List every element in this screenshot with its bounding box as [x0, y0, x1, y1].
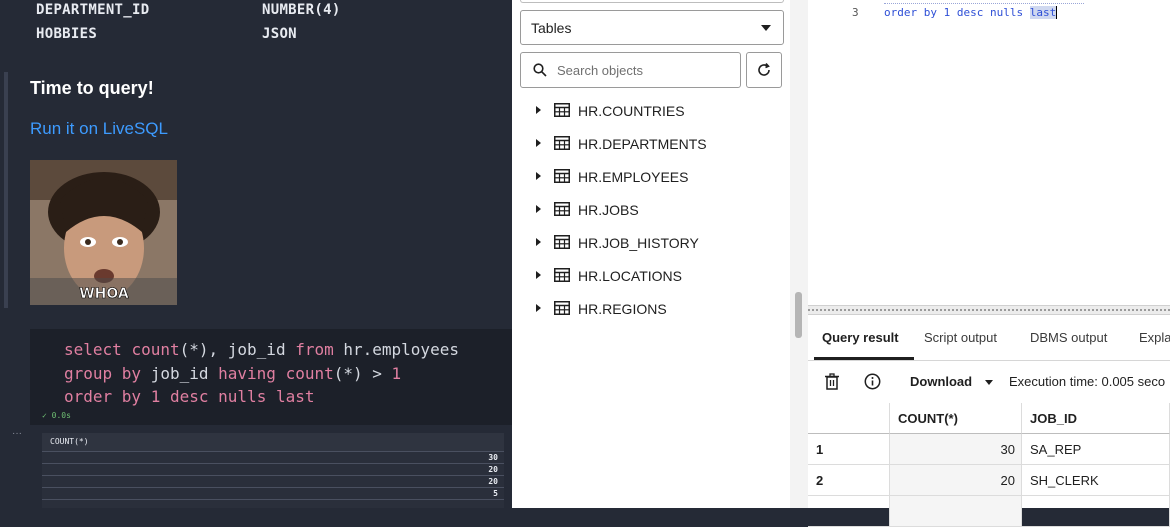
trash-icon[interactable]	[824, 373, 840, 390]
more-icon[interactable]: ···	[12, 428, 22, 439]
column-header[interactable]: JOB_ID	[1022, 403, 1170, 434]
quote-bar	[4, 72, 8, 308]
table-icon	[554, 169, 570, 183]
table-icon	[554, 235, 570, 249]
tab-script-output[interactable]: Script output	[924, 330, 997, 345]
search-icon	[533, 63, 547, 77]
tab-dbms-output[interactable]: DBMS output	[1030, 330, 1107, 345]
code-line-2: group by job_id having count(*) > 1	[64, 364, 402, 383]
count-cell[interactable]	[890, 496, 1022, 527]
panel-edge	[520, 0, 784, 3]
table-tree-item[interactable]: HR.DEPARTMENTS	[532, 132, 782, 156]
table-name: HR.COUNTRIES	[578, 103, 685, 119]
expand-arrow-icon[interactable]	[536, 106, 541, 114]
job-id-cell[interactable]: SH_CLERK	[1022, 465, 1170, 496]
table-tree-item[interactable]: HR.REGIONS	[532, 297, 782, 321]
table-name: HR.JOBS	[578, 202, 639, 218]
notebook-result-grid: COUNT(*) 30 20 20 5	[42, 433, 504, 508]
column-header[interactable]: COUNT(*)	[890, 403, 1022, 434]
download-button[interactable]: Download	[910, 374, 972, 389]
chevron-down-icon[interactable]	[985, 380, 993, 385]
table-icon	[554, 136, 570, 150]
row-number-cell: 1	[808, 434, 890, 465]
table-icon	[554, 103, 570, 117]
result-row: 20	[42, 464, 504, 476]
tab-explain-plan[interactable]: Expla	[1139, 330, 1170, 345]
table-icon	[554, 202, 570, 216]
worksheet-pane: 3 order by 1 desc nulls last Query resul…	[808, 0, 1170, 527]
search-objects-input[interactable]: Search objects	[520, 52, 741, 88]
object-browser: Tables Search objects HR.COUNTRIES HR.DEP…	[512, 0, 791, 508]
table-icon	[554, 268, 570, 282]
code-line-3: order by 1 desc nulls last	[64, 387, 315, 406]
row-number-cell	[808, 496, 890, 527]
table-name: HR.EMPLOYEES	[578, 169, 689, 185]
table-name: HR.LOCATIONS	[578, 268, 682, 284]
notebook-pane: DEPARTMENT_ID NUMBER(4) HOBBIES JSON Tim…	[0, 0, 512, 508]
object-type-value: Tables	[531, 20, 572, 36]
search-placeholder: Search objects	[557, 63, 643, 78]
splitter-grip[interactable]	[795, 292, 802, 338]
exec-status: ✓ 0.0s	[42, 411, 71, 420]
results-toolbar: Download Execution time: 0.005 seco	[808, 362, 1170, 402]
expand-arrow-icon[interactable]	[536, 205, 541, 213]
object-type-select[interactable]: Tables	[520, 10, 784, 45]
horizontal-splitter[interactable]	[808, 305, 1170, 315]
schema-column-type: JSON	[262, 26, 297, 42]
job-id-cell[interactable]	[1022, 496, 1170, 527]
livesql-link[interactable]: Run it on LiveSQL	[30, 119, 168, 139]
result-row: 30	[42, 452, 504, 464]
result-row: 5	[42, 488, 504, 500]
line-number: 3	[852, 6, 859, 19]
result-row: 20	[42, 476, 504, 488]
info-icon[interactable]	[864, 373, 881, 390]
meme-image: WHOA	[30, 160, 177, 305]
code-line-1: select count(*), job_id from hr.employee…	[64, 340, 459, 359]
tab-query-result[interactable]: Query result	[822, 330, 899, 345]
expand-arrow-icon[interactable]	[536, 271, 541, 279]
section-heading: Time to query!	[30, 78, 154, 98]
expand-arrow-icon[interactable]	[536, 139, 541, 147]
editor-line[interactable]: 3 order by 1 desc nulls last	[808, 4, 1170, 22]
expand-arrow-icon[interactable]	[536, 304, 541, 312]
refresh-icon	[758, 62, 770, 76]
vertical-splitter[interactable]	[790, 0, 808, 508]
count-cell[interactable]: 20	[890, 465, 1022, 496]
execution-time: Execution time: 0.005 seco	[1009, 374, 1166, 389]
count-cell[interactable]: 30	[890, 434, 1022, 465]
table-name: HR.REGIONS	[578, 301, 667, 317]
row-number-header	[808, 403, 890, 434]
table-tree-item[interactable]: HR.JOBS	[532, 198, 782, 222]
job-id-cell[interactable]: SA_REP	[1022, 434, 1170, 465]
schema-column-name: DEPARTMENT_ID	[36, 2, 150, 18]
results-grid: COUNT(*) JOB_ID 1 30 SA_REP 2 20 SH_CLER…	[808, 403, 1170, 527]
table-icon	[554, 301, 570, 315]
row-number-cell: 2	[808, 465, 890, 496]
table-tree-item[interactable]: HR.LOCATIONS	[532, 264, 782, 288]
result-header: COUNT(*)	[42, 433, 504, 452]
chevron-down-icon	[761, 25, 771, 31]
tabs-divider	[808, 360, 1170, 361]
expand-arrow-icon[interactable]	[536, 172, 541, 180]
table-tree-item[interactable]: HR.JOB_HISTORY	[532, 231, 782, 255]
table-name: HR.DEPARTMENTS	[578, 136, 707, 152]
editor-code: order by 1 desc nulls last	[884, 6, 1058, 19]
selected-text: last	[1029, 6, 1057, 19]
expand-arrow-icon[interactable]	[536, 238, 541, 246]
code-cell[interactable]: select count(*), job_id from hr.employee…	[30, 329, 512, 425]
schema-column-name: HOBBIES	[36, 26, 98, 42]
table-tree-item[interactable]: HR.COUNTRIES	[532, 99, 782, 123]
meme-caption: WHOA	[79, 286, 129, 302]
table-name: HR.JOB_HISTORY	[578, 235, 699, 251]
refresh-button[interactable]	[746, 52, 782, 88]
table-tree-item[interactable]: HR.EMPLOYEES	[532, 165, 782, 189]
schema-column-type: NUMBER(4)	[262, 2, 341, 18]
